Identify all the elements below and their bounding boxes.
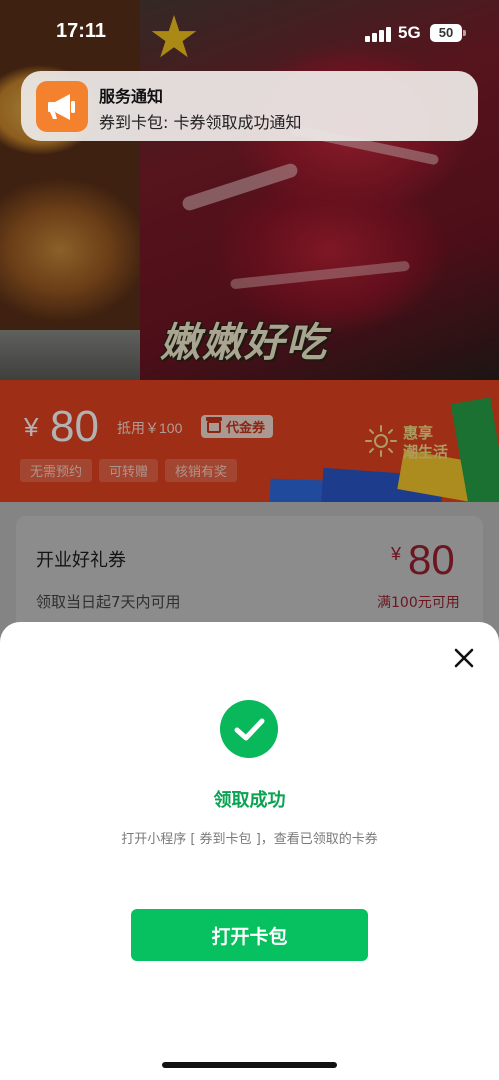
megaphone-icon [36, 81, 88, 132]
success-title: 领取成功 [213, 790, 286, 811]
open-wallet-button[interactable]: 打开卡包 [131, 909, 368, 961]
notification-title: 服务通知 [99, 87, 164, 106]
status-bar: 17:11 5G 50 [0, 0, 499, 64]
service-notification[interactable]: 服务通知 券到卡包: 卡券领取成功通知 [21, 71, 478, 141]
signal-icon [365, 26, 391, 42]
success-sheet: 领取成功 打开小程序 [ 券到卡包 ]，查看已领取的卡券 打开卡包 [0, 622, 499, 1080]
status-time: 17:11 [56, 20, 107, 42]
battery-icon: 50 [430, 24, 462, 42]
close-icon[interactable] [452, 646, 476, 670]
home-indicator[interactable] [162, 1062, 337, 1068]
battery-level: 50 [438, 25, 454, 40]
screen: ★ 嫩嫩好吃 ¥ 80 抵用￥100 代金券 无需预约 可转赠 核销有奖 惠享 [0, 0, 499, 1080]
success-check-icon [220, 700, 278, 758]
network-type: 5G [398, 23, 421, 42]
success-description: 打开小程序 [ 券到卡包 ]，查看已领取的卡券 [121, 832, 378, 847]
notification-message: 券到卡包: 卡券领取成功通知 [99, 113, 302, 132]
